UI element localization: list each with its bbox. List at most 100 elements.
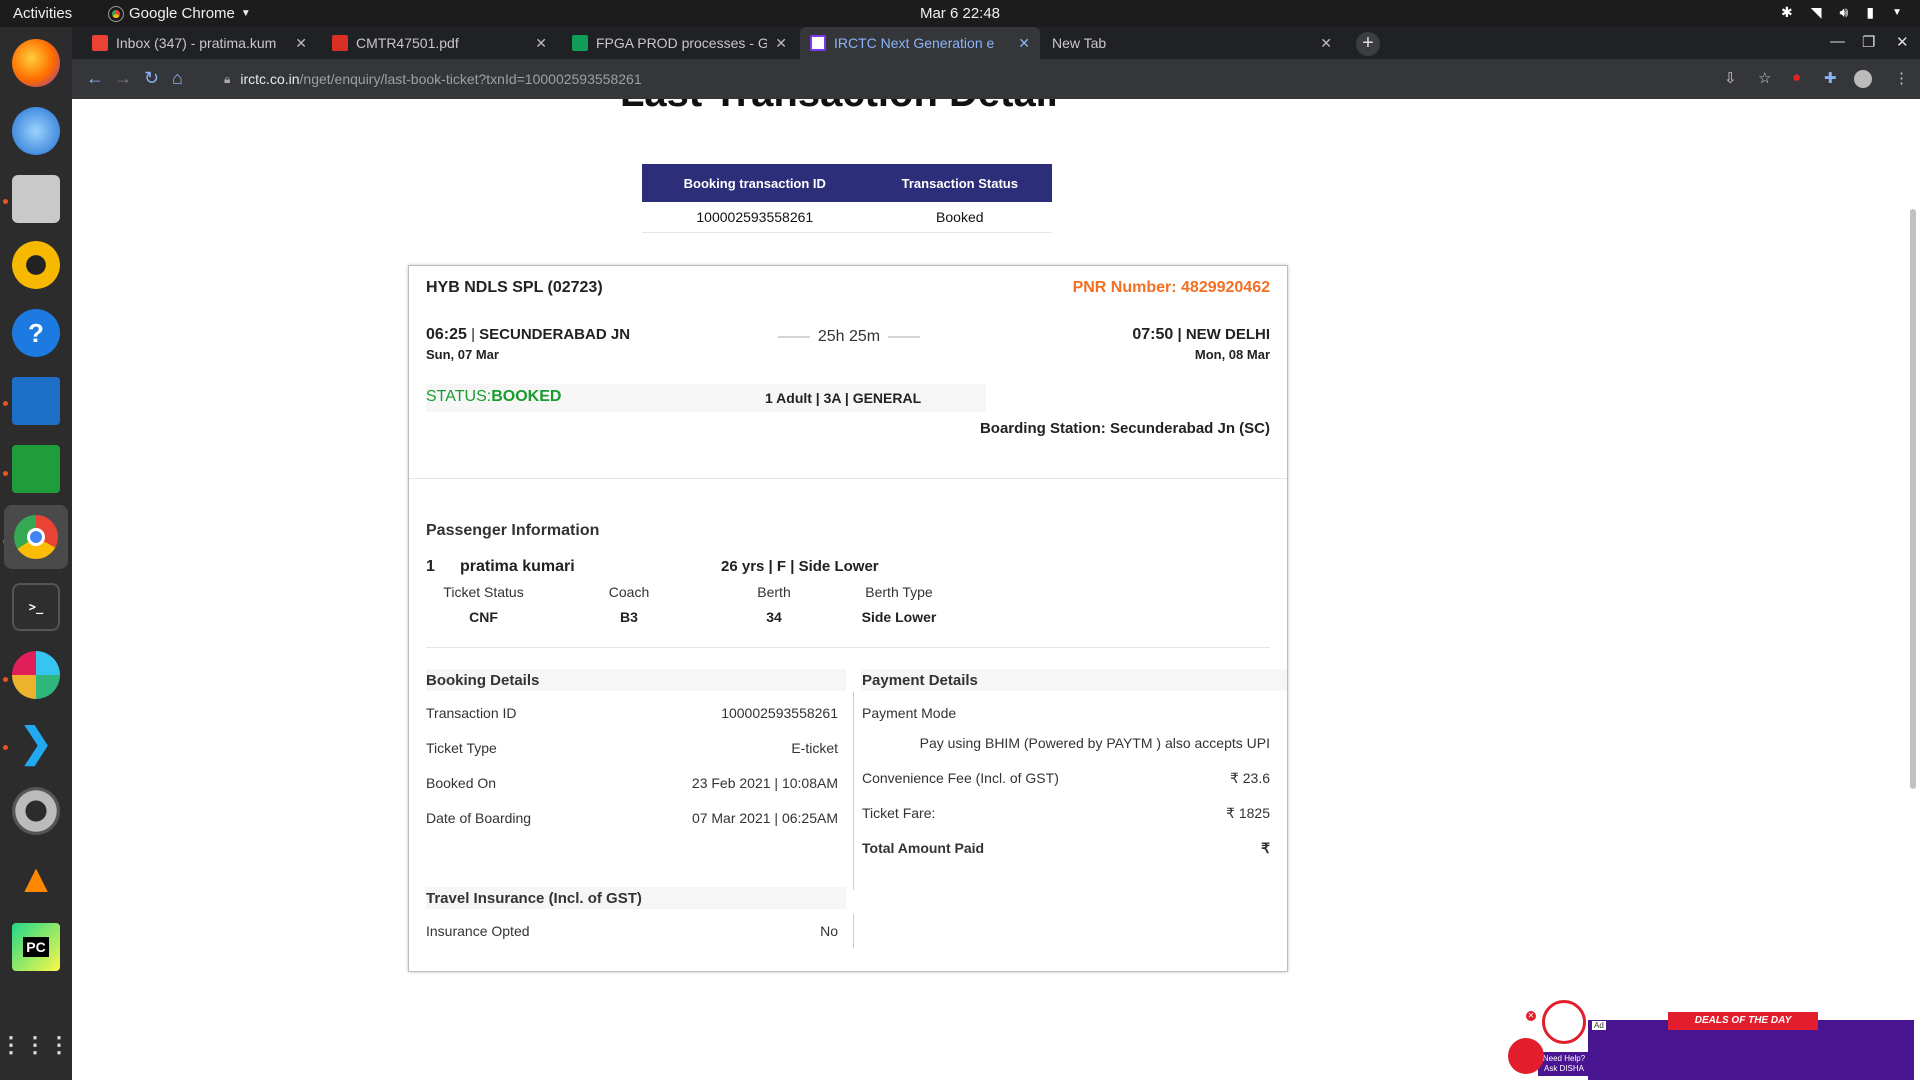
payment-total-value: ₹ bbox=[1261, 840, 1270, 856]
class-info: 1 Adult | 3A | GENERAL bbox=[765, 390, 922, 406]
app-menu[interactable]: Google Chrome ▼ bbox=[108, 5, 251, 22]
slack-tray-icon[interactable]: ✱ bbox=[1781, 4, 1793, 21]
insurance-label: Insurance Opted bbox=[426, 923, 530, 939]
close-icon[interactable]: ✕ bbox=[1320, 35, 1332, 52]
back-icon[interactable]: ← bbox=[86, 68, 104, 89]
passenger-col-value: 34 bbox=[766, 609, 782, 625]
passenger-section-title: Passenger Information bbox=[426, 522, 600, 539]
tab-label: IRCTC Next Generation e bbox=[834, 35, 995, 51]
tab-sheets[interactable]: FPGA PROD processes - G ✕ bbox=[562, 27, 797, 59]
passenger-col-value: B3 bbox=[620, 609, 638, 625]
scrollbar[interactable] bbox=[1910, 209, 1916, 789]
arrival-time: 07:50 bbox=[1132, 326, 1174, 343]
booking-row-label: Ticket Type bbox=[426, 740, 497, 756]
rhythmbox-icon[interactable] bbox=[12, 241, 60, 289]
vscode-icon[interactable]: ❯ bbox=[12, 719, 60, 767]
booking-row-value: 23 Feb 2021 | 10:08AM bbox=[691, 775, 838, 791]
passenger-col-header: Berth bbox=[757, 584, 791, 600]
chrome-icon[interactable] bbox=[4, 505, 68, 569]
passenger-col-value: CNF bbox=[469, 609, 498, 625]
profile-avatar[interactable] bbox=[1854, 70, 1872, 88]
pdf-favicon-icon bbox=[332, 35, 348, 51]
tab-label: CMTR47501.pdf bbox=[356, 35, 459, 51]
settings-icon[interactable] bbox=[12, 787, 60, 835]
new-tab-button[interactable]: + bbox=[1356, 32, 1380, 56]
departure-date: Sun, 07 Mar bbox=[426, 347, 499, 362]
close-icon[interactable]: ✕ bbox=[1018, 35, 1030, 52]
tab-label: FPGA PROD processes - G bbox=[596, 35, 768, 51]
tab-pdf[interactable]: CMTR47501.pdf ✕ bbox=[322, 27, 557, 59]
writer-icon[interactable] bbox=[12, 377, 60, 425]
passenger-col-value: Side Lower bbox=[861, 609, 937, 625]
show-apps-icon[interactable]: ⋮⋮⋮ bbox=[0, 1021, 70, 1069]
tab-newtab[interactable]: New Tab ✕ bbox=[1042, 27, 1342, 59]
clock[interactable]: Mar 6 22:48 bbox=[920, 5, 1000, 22]
column-divider bbox=[853, 692, 854, 890]
payment-row-label: Convenience Fee (Incl. of GST) bbox=[862, 770, 1059, 786]
extensions-puzzle-icon[interactable]: ✚ bbox=[1824, 69, 1837, 87]
close-icon[interactable]: ✕ bbox=[295, 35, 307, 52]
help-icon[interactable]: ? bbox=[12, 309, 60, 357]
url-host: irctc.co.in bbox=[240, 71, 300, 87]
ad-close-icon[interactable]: ✕ bbox=[1526, 1011, 1536, 1021]
volume-icon[interactable]: 🔊︎ bbox=[1840, 4, 1849, 21]
booking-row-value: 100002593558261 bbox=[721, 705, 838, 721]
passenger-index: 1 bbox=[426, 558, 435, 575]
tab-label: Inbox (347) - pratima.kum bbox=[116, 35, 277, 51]
menu-kebab-icon[interactable]: ⋮ bbox=[1894, 69, 1909, 87]
caret-down-icon: ▼ bbox=[240, 8, 251, 19]
install-icon[interactable]: ⇩ bbox=[1724, 69, 1737, 87]
reload-icon[interactable]: ↻ bbox=[144, 68, 159, 89]
deal-badge-icon[interactable] bbox=[1508, 1038, 1544, 1074]
minimize-icon[interactable]: — bbox=[1830, 33, 1845, 50]
bookmark-star-icon[interactable]: ☆ bbox=[1758, 69, 1771, 87]
close-icon[interactable]: ✕ bbox=[535, 35, 547, 52]
system-menu-caret-icon[interactable]: ▼ bbox=[1892, 7, 1902, 18]
restore-icon[interactable]: ❐ bbox=[1862, 33, 1875, 51]
forward-icon[interactable]: → bbox=[114, 68, 132, 89]
browser-toolbar: ← → ↻ ⌂ 🔒︎ irctc.co.in/nget/enquiry/last… bbox=[72, 59, 1920, 99]
insurance-title: Travel Insurance (Incl. of GST) bbox=[426, 890, 642, 907]
table-cell: 100002593558261 bbox=[642, 202, 868, 233]
tab-irctc[interactable]: IRCTC Next Generation e ✕ bbox=[800, 27, 1040, 59]
train-name: HYB NDLS SPL (02723) bbox=[426, 279, 603, 296]
firefox-icon[interactable] bbox=[12, 39, 60, 87]
tab-gmail[interactable]: Inbox (347) - pratima.kum ✕ bbox=[82, 27, 317, 59]
wifi-icon[interactable]: ◥ bbox=[1811, 4, 1822, 21]
files-icon[interactable] bbox=[12, 175, 60, 223]
ticket-card: HYB NDLS SPL (02723) PNR Number: 4829920… bbox=[408, 265, 1288, 972]
system-top-bar: Activities Google Chrome ▼ Mar 6 22:48 ✱… bbox=[0, 0, 1920, 27]
window-close-icon[interactable]: ✕ bbox=[1896, 33, 1909, 51]
passenger-details: 26 yrs | F | Side Lower bbox=[721, 558, 879, 575]
extension-red-icon[interactable]: ● bbox=[1792, 69, 1801, 86]
status-value: BOOKED bbox=[491, 388, 562, 405]
disha-chat-widget[interactable]: Need Help? Ask DISHA bbox=[1538, 998, 1590, 1080]
home-icon[interactable]: ⌂ bbox=[172, 68, 183, 89]
battery-icon[interactable]: ▮ bbox=[1866, 4, 1874, 21]
sheets-favicon-icon bbox=[572, 35, 588, 51]
thunderbird-icon[interactable] bbox=[12, 107, 60, 155]
table-header: Transaction Status bbox=[867, 164, 1052, 202]
booking-row-value: E-ticket bbox=[791, 740, 838, 756]
calc-icon[interactable] bbox=[12, 445, 60, 493]
pycharm-icon[interactable]: PC bbox=[12, 923, 60, 971]
booking-status: STATUS:BOOKED bbox=[426, 388, 561, 406]
slack-icon[interactable] bbox=[12, 651, 60, 699]
booking-details-title: Booking Details bbox=[426, 672, 540, 689]
divider bbox=[426, 647, 1270, 648]
booking-row-label: Date of Boarding bbox=[426, 810, 532, 826]
close-icon[interactable]: ✕ bbox=[775, 35, 787, 52]
disha-avatar bbox=[1542, 1000, 1586, 1044]
ad-tag: Ad bbox=[1592, 1021, 1606, 1030]
terminal-icon[interactable]: >_ bbox=[12, 583, 60, 631]
page-title: Last Transaction Detail bbox=[620, 99, 1058, 116]
lock-icon[interactable]: 🔒︎ bbox=[224, 72, 230, 87]
activities-button[interactable]: Activities bbox=[13, 5, 72, 22]
irctc-favicon-icon bbox=[810, 35, 826, 51]
booking-row-value: 07 Mar 2021 | 06:25AM bbox=[691, 810, 838, 826]
column-divider bbox=[853, 914, 854, 948]
address-bar[interactable]: 🔒︎ irctc.co.in/nget/enquiry/last-book-ti… bbox=[212, 64, 1792, 94]
ad-ribbon[interactable]: DEALS OF THE DAY bbox=[1668, 1012, 1818, 1030]
vlc-icon[interactable]: ▲ bbox=[12, 855, 60, 903]
booking-row-label: Transaction ID bbox=[426, 705, 517, 721]
